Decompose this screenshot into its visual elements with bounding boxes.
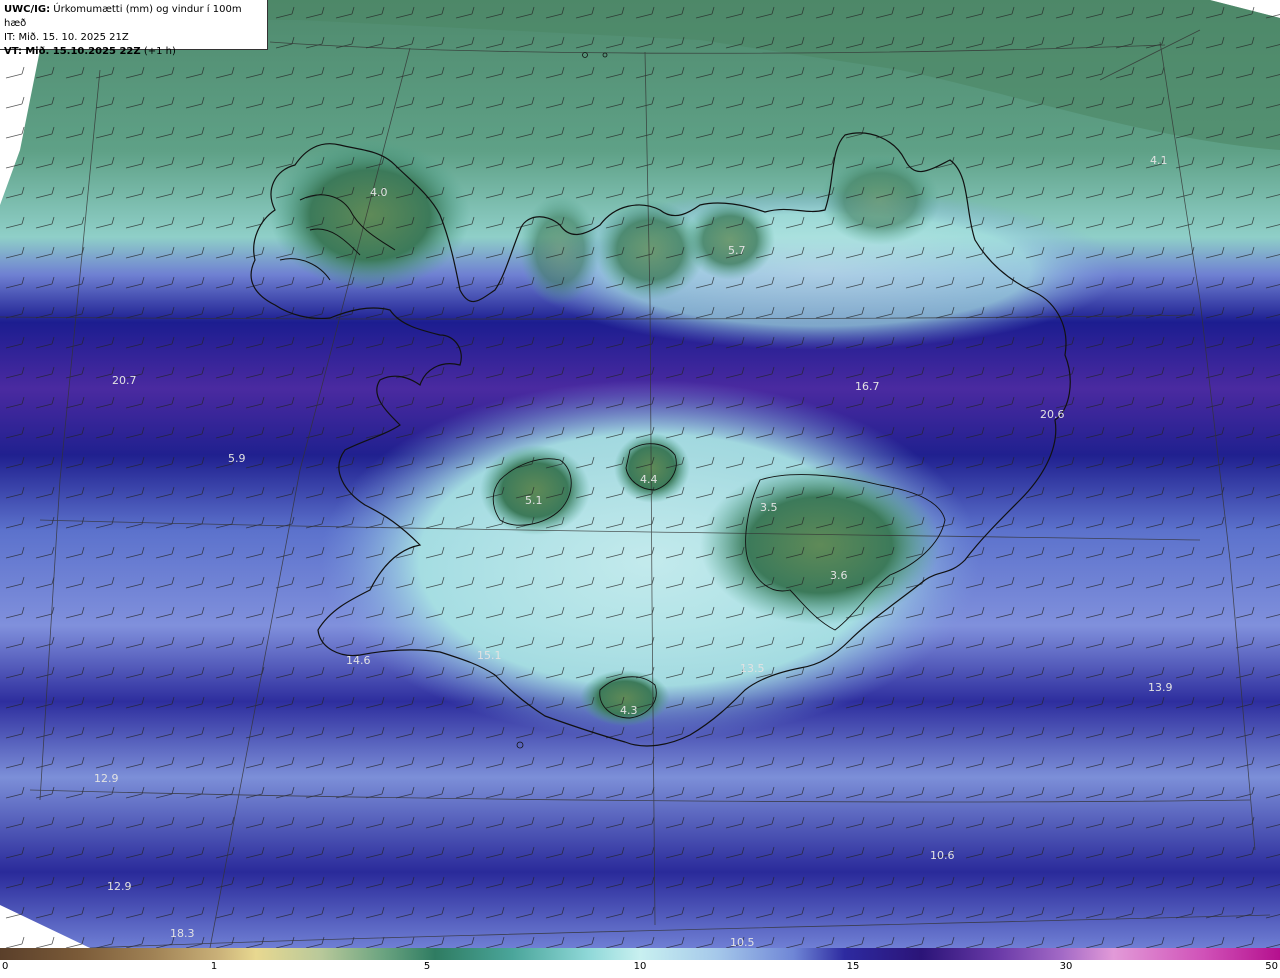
value-label: 4.0 — [370, 186, 388, 199]
value-label: 20.6 — [1040, 408, 1065, 421]
value-label: 13.5 — [740, 662, 765, 675]
colorbar-ticks: 0 1 5 10 15 30 50 — [0, 960, 1280, 978]
colorbar-tick: 10 — [633, 961, 647, 972]
value-label: 14.6 — [346, 654, 371, 667]
colorbar-tick: 15 — [846, 961, 860, 972]
precipitable-water-map: 4.0 4.1 5.7 20.7 16.7 20.6 5.9 5.1 4.4 3… — [0, 0, 1280, 948]
colorbar — [0, 948, 1280, 960]
value-label: 13.9 — [1148, 681, 1173, 694]
title-line: UWC/IG: Úrkomumætti (mm) og vindur í 100… — [4, 3, 263, 31]
value-label: 5.1 — [525, 494, 543, 507]
colorbar-tick: 1 — [210, 961, 218, 972]
colorbar-tick: 5 — [423, 961, 431, 972]
colorbar-tick: 50 — [1265, 961, 1278, 972]
product-code: UWC/IG: — [4, 4, 51, 15]
value-label: 18.3 — [170, 927, 195, 940]
valid-time-line: VT: Mið. 15.10.2025 22Z (+1 h) — [4, 45, 263, 59]
value-label: 10.6 — [930, 849, 955, 862]
forecast-lead: (+1 h) — [143, 46, 176, 57]
value-label: 5.7 — [728, 244, 746, 257]
value-label: 3.6 — [830, 569, 848, 582]
value-label: 12.9 — [107, 880, 132, 893]
init-time: IT: Mið. 15. 10. 2025 21Z — [4, 32, 129, 43]
value-label: 15.1 — [477, 649, 502, 662]
value-label: 3.5 — [760, 501, 778, 514]
map-info-box: UWC/IG: Úrkomumætti (mm) og vindur í 100… — [0, 0, 268, 57]
value-label: 20.7 — [112, 374, 137, 387]
value-label: 10.5 — [730, 936, 755, 948]
value-label: 16.7 — [855, 380, 880, 393]
valid-time-prefix: VT: — [4, 46, 23, 57]
valid-time: Mið. 15.10.2025 22Z — [25, 46, 141, 57]
value-label: 4.1 — [1150, 154, 1168, 167]
colorbar-tick: 0 — [2, 961, 9, 972]
colorbar-tick: 30 — [1059, 961, 1073, 972]
value-label: 5.9 — [228, 452, 246, 465]
value-label: 4.4 — [640, 473, 658, 486]
value-label: 4.3 — [620, 704, 638, 717]
value-label: 12.9 — [94, 772, 119, 785]
